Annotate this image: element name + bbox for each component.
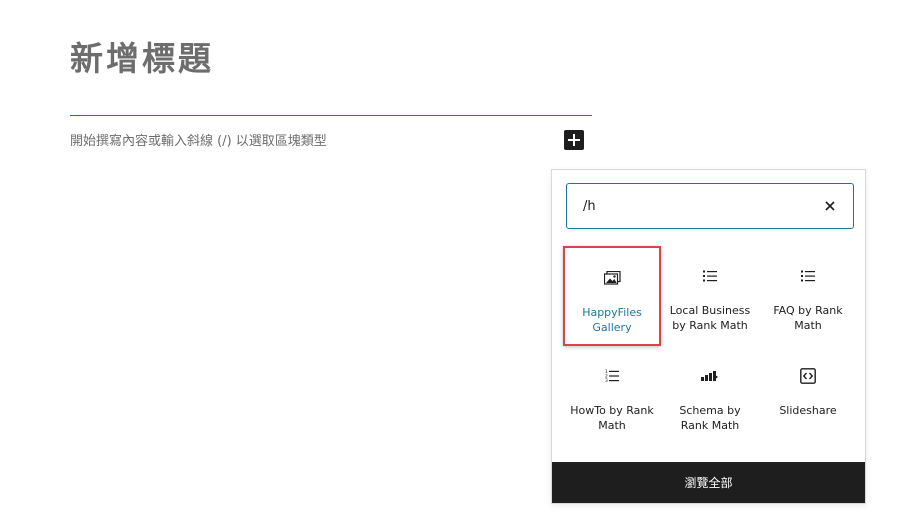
close-icon bbox=[825, 201, 835, 211]
block-label: Schema by Rank Math bbox=[679, 404, 741, 432]
block-inserter-popover: HappyFiles Gallery Local Business by Ran… bbox=[551, 169, 866, 504]
block-howto[interactable]: 1 2 3 HowTo by Rank Math bbox=[563, 346, 661, 446]
add-block-button[interactable] bbox=[564, 130, 584, 150]
block-label: HappyFiles Gallery bbox=[582, 306, 642, 334]
svg-text:3: 3 bbox=[605, 378, 608, 383]
title-focus-underline bbox=[70, 115, 592, 116]
list-icon bbox=[661, 268, 759, 284]
editor-canvas: 新增標題 開始撰寫內容或輸入斜線 (/) 以選取區塊類型 /h HappyFil… bbox=[0, 0, 924, 528]
gallery-icon bbox=[565, 270, 659, 286]
ordered-list-icon: 1 2 3 bbox=[563, 368, 661, 384]
block-slideshare[interactable]: Slideshare bbox=[759, 346, 857, 446]
block-label: Local Business by Rank Math bbox=[669, 304, 751, 332]
schema-icon bbox=[661, 368, 759, 384]
browse-all-button[interactable]: 瀏覽全部 bbox=[552, 462, 865, 503]
block-schema[interactable]: Schema by Rank Math bbox=[661, 346, 759, 446]
block-label: HowTo by Rank Math bbox=[570, 404, 654, 432]
embed-icon bbox=[759, 368, 857, 384]
post-title-placeholder[interactable]: 新增標題 bbox=[70, 36, 214, 82]
content-placeholder[interactable]: 開始撰寫內容或輸入斜線 (/) 以選取區塊類型 bbox=[70, 133, 327, 151]
block-label: Slideshare bbox=[779, 404, 837, 417]
block-happyfiles-gallery[interactable]: HappyFiles Gallery bbox=[563, 246, 661, 346]
plus-icon bbox=[568, 134, 580, 146]
block-search-input[interactable] bbox=[567, 183, 815, 229]
block-local-business[interactable]: Local Business by Rank Math bbox=[661, 246, 759, 346]
block-search-box bbox=[566, 183, 854, 229]
block-faq[interactable]: FAQ by Rank Math bbox=[759, 246, 857, 346]
clear-search-button[interactable] bbox=[815, 191, 845, 221]
block-label: FAQ by Rank Math bbox=[773, 304, 843, 332]
list-icon bbox=[759, 268, 857, 284]
